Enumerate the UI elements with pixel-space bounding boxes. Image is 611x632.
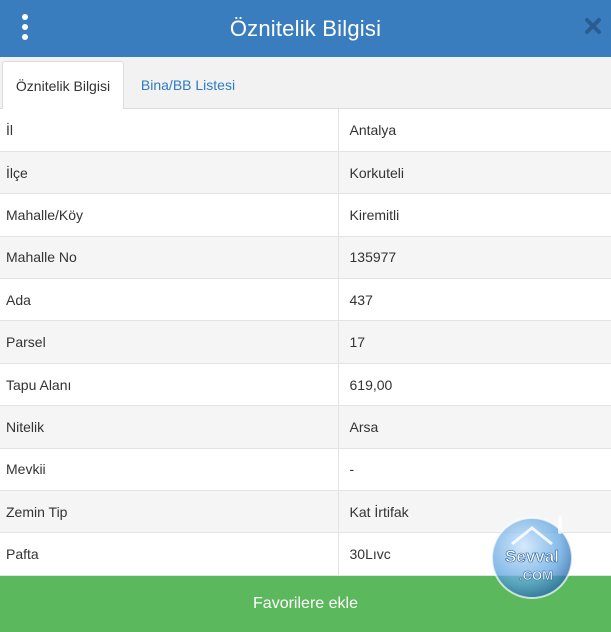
table-row: Tapu Alanı 619,00 — [0, 363, 611, 407]
attribute-value: 437 — [338, 278, 611, 322]
table-row: Zemin Tip Kat İrtifak — [0, 490, 611, 534]
attribute-key: Mahalle No — [0, 236, 339, 280]
attribute-value: 135977 — [338, 236, 611, 280]
attribute-key: İlçe — [0, 151, 339, 195]
attribute-value: Korkuteli — [338, 151, 611, 195]
table-row: Parsel 17 — [0, 320, 611, 364]
attribute-value: - — [338, 448, 611, 492]
tab-building-list[interactable]: Bina/BB Listesi — [124, 61, 252, 109]
table-row: Ada 437 — [0, 278, 611, 322]
attribute-key: İl — [0, 109, 339, 152]
attribute-key: Ada — [0, 278, 339, 322]
attribute-value: Arsa — [338, 405, 611, 449]
attribute-value: 30Lıvc — [338, 532, 611, 576]
attribute-key: Pafta — [0, 532, 339, 576]
table-row: Mevkii - — [0, 448, 611, 492]
tab-bar: Öznitelik Bilgisi Bina/BB Listesi — [0, 57, 611, 110]
attribute-value: 17 — [338, 320, 611, 364]
table-row: Nitelik Arsa — [0, 405, 611, 449]
attribute-value: Antalya — [338, 109, 611, 152]
attribute-table: İl Antalya İlçe Korkuteli Mahalle/Köy Ki… — [0, 109, 611, 576]
table-row: İl Antalya — [0, 109, 611, 152]
table-row: İlçe Korkuteli — [0, 151, 611, 195]
attribute-key: Parsel — [0, 320, 339, 364]
close-icon[interactable] — [584, 17, 602, 35]
page-title: Öznitelik Bilgisi — [229, 15, 382, 41]
tab-attribute-info[interactable]: Öznitelik Bilgisi — [2, 61, 124, 110]
attribute-key: Mahalle/Köy — [0, 193, 339, 237]
attribute-key: Nitelik — [0, 405, 339, 449]
attribute-info-panel: Öznitelik Bilgisi Öznitelik Bilgisi Bina… — [0, 0, 611, 632]
attribute-key: Mevkii — [0, 448, 339, 492]
header-bar: Öznitelik Bilgisi — [0, 0, 611, 57]
table-row: Mahalle/Köy Kiremitli — [0, 193, 611, 237]
attribute-key: Zemin Tip — [0, 490, 339, 534]
add-to-favorites-button[interactable]: Favorilere ekle — [0, 576, 611, 632]
table-row: Mahalle No 135977 — [0, 236, 611, 280]
attribute-value: Kat İrtifak — [338, 490, 611, 534]
attribute-value: 619,00 — [338, 363, 611, 407]
table-row: Pafta 30Lıvc — [0, 532, 611, 576]
attribute-value: Kiremitli — [338, 193, 611, 237]
attribute-key: Tapu Alanı — [0, 363, 339, 407]
kebab-menu-icon[interactable] — [15, 12, 35, 42]
